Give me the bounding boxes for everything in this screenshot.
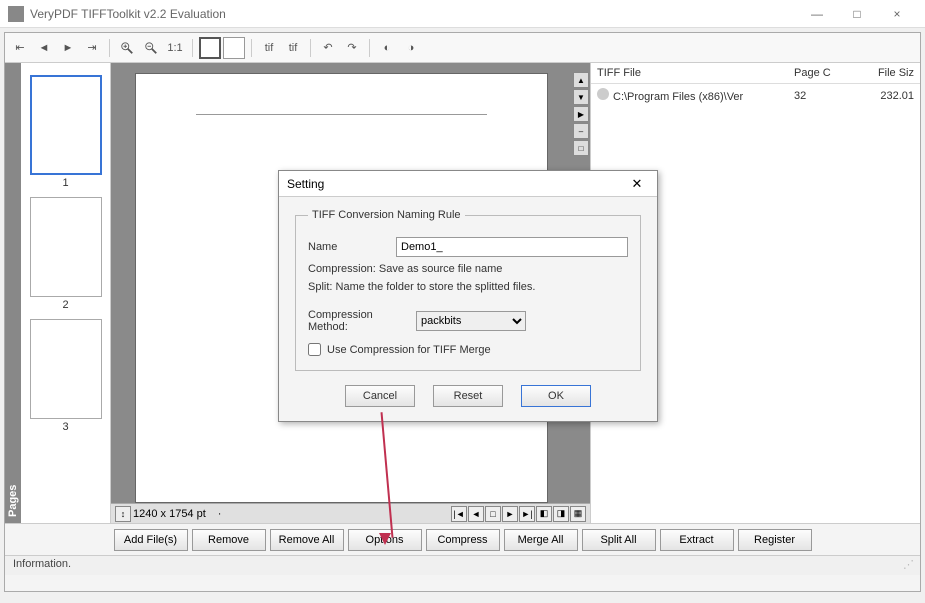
file-path: C:\Program Files (x86)\Ver [613,91,743,103]
thumbnail-panel: 1 2 3 [21,63,111,523]
preview-dimensions: 1240 x 1754 pt [133,508,206,520]
compression-method-select[interactable]: packbits [416,311,526,331]
status-prev-icon[interactable]: ◄ [468,506,484,522]
separator [369,39,370,57]
statusbar: Information. ⋰ [5,555,920,575]
file-icon [597,88,609,100]
toolbar: ⇤ ◄ ► ⇥ 1:1 tif tif ↶ ↷ ◐ ◑ [5,33,920,63]
nav-first-icon[interactable]: ⇤ [9,37,31,59]
thumbnail[interactable] [30,197,102,297]
split-note: Split: Name the folder to store the spli… [308,281,628,293]
file-row[interactable]: C:\Program Files (x86)\Ver 32 232.01 [591,84,920,107]
rotate-right-icon[interactable]: ↷ [341,37,363,59]
settings-dialog: Setting ✕ TIFF Conversion Naming Rule Na… [278,170,658,422]
action-bar: Add File(s) Remove Remove All Options Co… [5,523,920,555]
status-box-icon[interactable]: □ [485,506,501,522]
status-last-icon[interactable]: ►| [519,506,535,522]
status-expand-icon[interactable]: ↕ [115,506,131,522]
close-button[interactable]: × [877,1,917,27]
status-text: Information. [13,558,71,570]
reset-button[interactable]: Reset [433,385,503,407]
side-sep-icon: – [573,123,589,139]
method-label: Compression Method: [308,309,408,333]
file-pagecount: 32 [794,90,854,102]
thumbnail[interactable] [30,75,102,175]
separator [310,39,311,57]
format-a-label[interactable]: tif [258,37,280,59]
zoom-in-icon[interactable] [116,37,138,59]
side-fit-icon[interactable]: □ [573,140,589,156]
pages-tab-label[interactable]: Pages [5,63,21,523]
status-b-icon[interactable]: ◨ [553,506,569,522]
col-filesize[interactable]: File Siz [854,67,914,79]
naming-rule-legend: TIFF Conversion Naming Rule [308,209,465,221]
status-first-icon[interactable]: |◄ [451,506,467,522]
thumb-number: 2 [27,299,104,311]
annotation-arrow-head [379,533,391,545]
remove-button[interactable]: Remove [192,529,266,551]
zoom-out-icon[interactable] [140,37,162,59]
ok-button[interactable]: OK [521,385,591,407]
split-all-button[interactable]: Split All [582,529,656,551]
col-file[interactable]: TIFF File [597,67,794,79]
add-files-button[interactable]: Add File(s) [114,529,188,551]
preview-statusbar: ↕ 1240 x 1754 pt · |◄ ◄ □ ► ►| ◧ ◨ ▦ [111,503,590,523]
dialog-close-icon[interactable]: ✕ [625,176,649,192]
dialog-title: Setting [287,177,625,191]
window-title: VeryPDF TIFFToolkit v2.2 Evaluation [30,7,797,21]
layout-continuous-icon[interactable] [223,37,245,59]
format-b-label[interactable]: tif [282,37,304,59]
merge-all-button[interactable]: Merge All [504,529,578,551]
separator [251,39,252,57]
compression-note: Compression: Save as source file name [308,263,628,275]
status-c-icon[interactable]: ▦ [570,506,586,522]
remove-all-button[interactable]: Remove All [270,529,344,551]
titlebar: VeryPDF TIFFToolkit v2.2 Evaluation — □ … [0,0,925,28]
tool-a-icon[interactable]: ◐ [376,37,398,59]
compress-button[interactable]: Compress [426,529,500,551]
extract-button[interactable]: Extract [660,529,734,551]
nav-next-icon[interactable]: ► [57,37,79,59]
name-input[interactable] [396,237,628,257]
status-a-icon[interactable]: ◧ [536,506,552,522]
dialog-titlebar[interactable]: Setting ✕ [279,171,657,197]
register-button[interactable]: Register [738,529,812,551]
rotate-left-icon[interactable]: ↶ [317,37,339,59]
nav-prev-icon[interactable]: ◄ [33,37,55,59]
app-icon [8,6,24,22]
status-sep: · [218,508,222,520]
status-next-icon[interactable]: ► [502,506,518,522]
thumb-number: 3 [27,421,104,433]
maximize-button[interactable]: □ [837,1,877,27]
thumbnail[interactable] [30,319,102,419]
cancel-button[interactable]: Cancel [345,385,415,407]
file-size: 232.01 [854,90,914,102]
separator [192,39,193,57]
file-list-header: TIFF File Page C File Siz [591,63,920,84]
side-down-icon[interactable]: ▼ [573,89,589,105]
nav-last-icon[interactable]: ⇥ [81,37,103,59]
naming-rule-group: TIFF Conversion Naming Rule Name Compres… [295,209,641,371]
use-compression-label: Use Compression for TIFF Merge [327,344,491,356]
name-label: Name [308,241,388,253]
minimize-button[interactable]: — [797,1,837,27]
thumb-number: 1 [27,177,104,189]
side-up-icon[interactable]: ▲ [573,72,589,88]
separator [109,39,110,57]
side-right-icon[interactable]: ▶ [573,106,589,122]
resize-grip-icon[interactable]: ⋰ [903,558,912,571]
tool-b-icon[interactable]: ◑ [400,37,422,59]
col-pagecount[interactable]: Page C [794,67,854,79]
layout-single-icon[interactable] [199,37,221,59]
use-compression-checkbox[interactable] [308,343,321,356]
zoom-actual-icon[interactable]: 1:1 [164,37,186,59]
